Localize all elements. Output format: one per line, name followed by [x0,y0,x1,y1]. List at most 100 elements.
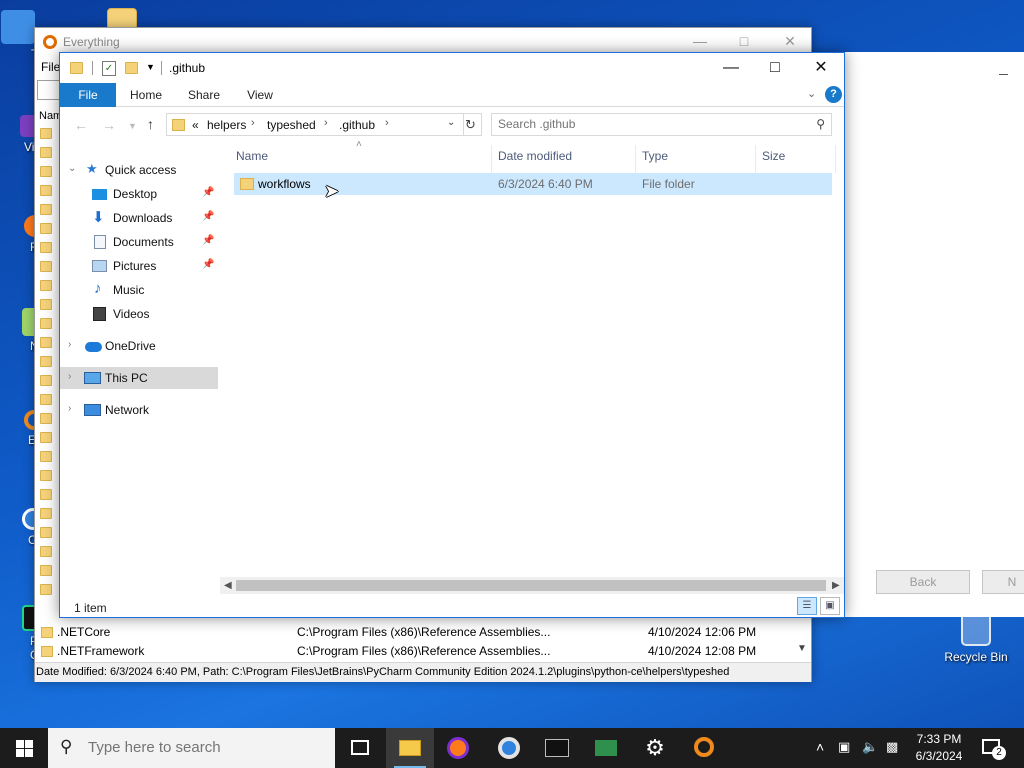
pin-icon[interactable]: 📌 [202,211,214,222]
tab-home[interactable]: Home [122,83,170,107]
expand-ribbon-icon[interactable]: ⌄ [807,87,816,100]
explorer-titlebar: ✓ ▼ .github — □ ✕ [60,53,844,83]
file-date-modified: 6/3/2024 6:40 PM [498,177,593,191]
customize-toolbar-icon[interactable]: ▼ [146,62,155,72]
system-clock[interactable]: 7:33 PM 6/3/2024 [906,731,972,765]
taskbar-installer[interactable] [582,728,630,768]
task-view-button[interactable] [336,728,384,768]
recent-locations-icon[interactable]: ▼ [128,121,137,131]
start-button[interactable] [0,728,48,768]
mouse-pointer-icon: ➤ [324,181,340,201]
column-header-name[interactable]: Name [230,145,492,173]
maximize-icon[interactable]: □ [729,33,759,49]
refresh-icon[interactable]: ↻ [460,113,482,136]
large-icons-view-icon[interactable]: ▣ [820,597,840,615]
scroll-down-arrow-icon[interactable]: ▼ [797,643,807,654]
pin-icon[interactable]: 📌 [202,235,214,246]
recycle-bin-icon [961,612,991,646]
details-view-icon[interactable]: ☰ [797,597,817,615]
menu-file[interactable]: File [41,60,60,74]
properties-icon[interactable]: ✓ [102,61,116,76]
chevron-right-icon[interactable]: › [68,371,71,382]
input-indicator-icon[interactable]: ▩ [886,739,898,768]
star-icon: ★ [86,161,98,176]
search-input[interactable] [498,117,798,131]
taskbar-search-input[interactable] [88,739,318,756]
column-header-type[interactable]: Type [636,145,756,173]
nav-item-quick-access[interactable]: ⌄ ★ Quick access [60,159,218,181]
minimize-icon[interactable] [999,74,1008,75]
close-button[interactable]: ✕ [798,53,844,83]
desktop-icon [92,189,107,200]
computer-icon [1,10,35,44]
scroll-right-icon[interactable]: ▶ [832,577,840,594]
taskbar-chrome[interactable] [485,728,533,768]
taskbar-file-explorer[interactable] [386,728,434,768]
taskbar-search[interactable]: ⚲ [48,728,335,768]
chevron-right-icon[interactable]: › [385,117,389,129]
network-status-icon[interactable]: ▣ [838,739,850,768]
close-icon[interactable]: ✕ [775,33,805,50]
breadcrumb-github[interactable]: .github [339,118,375,132]
back-button[interactable]: Back [876,570,970,594]
result-row[interactable]: .NETCore C:\Program Files (x86)\Referenc… [35,623,795,642]
clock-date: 6/3/2024 [915,749,963,763]
new-folder-icon[interactable] [125,62,138,74]
nav-item-videos[interactable]: Videos [60,303,218,325]
nav-item-documents[interactable]: Documents 📌 [60,231,218,253]
windows-logo-icon [16,740,24,748]
pin-icon[interactable]: 📌 [202,187,214,198]
result-path: C:\Program Files (x86)\Reference Assembl… [297,644,551,658]
result-row[interactable]: .NETFramework C:\Program Files (x86)\Ref… [35,642,795,661]
help-icon[interactable]: ? [825,86,842,103]
file-list: ˄ Name Date modified Type Size workflows… [230,139,842,585]
breadcrumb-helpers[interactable]: helpers [207,118,246,132]
minimize-button[interactable]: — [708,53,754,83]
nav-item-downloads[interactable]: ⬇ Downloads 📌 [60,207,218,229]
divider [92,61,93,75]
desktop-icon-recycle-bin[interactable]: Recycle Bin [940,612,1012,664]
column-header-date-modified[interactable]: Date modified [492,145,636,173]
chevron-down-icon[interactable]: ⌄ [68,163,76,174]
pin-icon[interactable]: 📌 [202,259,214,270]
scrollbar-thumb[interactable] [236,580,826,591]
back-arrow-icon[interactable]: ← [74,117,88,133]
chevron-up-icon[interactable]: ˄ [816,739,824,768]
taskbar-everything[interactable] [680,728,728,768]
download-arrow-icon: ⬇ [92,209,105,226]
file-explorer-window: ✓ ▼ .github — □ ✕ File Home Share View ⌄… [59,52,845,618]
nav-item-onedrive[interactable]: › OneDrive [60,335,218,357]
chevron-right-icon[interactable]: › [68,403,71,414]
forward-arrow-icon[interactable]: → [102,117,116,133]
taskbar-terminal[interactable] [533,728,581,768]
search-box[interactable]: ⚲ [491,113,832,136]
chevron-right-icon[interactable]: › [324,117,328,129]
nav-item-music[interactable]: ♪ Music [60,279,218,301]
result-path: C:\Program Files (x86)\Reference Assembl… [297,625,551,639]
taskbar-firefox[interactable] [434,728,482,768]
column-header-size[interactable]: Size [756,145,836,173]
taskbar-settings[interactable]: ⚙ [631,728,679,768]
breadcrumb-typeshed[interactable]: typeshed [267,118,316,132]
maximize-button[interactable]: □ [752,53,798,83]
nav-item-this-pc[interactable]: › This PC [60,367,218,389]
chevron-right-icon[interactable]: › [68,339,71,350]
minimize-icon[interactable]: — [685,33,715,49]
nav-item-label: Documents [113,235,174,249]
address-bar[interactable]: « helpers › typeshed › .github › ⌄ [166,113,464,136]
nav-item-pictures[interactable]: Pictures 📌 [60,255,218,277]
nav-item-desktop[interactable]: Desktop 📌 [60,183,218,205]
scroll-left-icon[interactable]: ◀ [224,577,232,594]
breadcrumb-overflow[interactable]: « [192,118,199,132]
tab-view[interactable]: View [236,83,284,107]
address-dropdown-icon[interactable]: ⌄ [447,117,455,128]
nav-item-network[interactable]: › Network [60,399,218,421]
tab-share[interactable]: Share [180,83,228,107]
up-arrow-icon[interactable]: ↑ [147,116,154,132]
next-button[interactable]: N [982,570,1024,594]
chevron-right-icon[interactable]: › [251,117,255,129]
volume-muted-icon[interactable]: 🔈 [862,739,878,768]
result-name: .NETFramework [57,644,145,658]
tab-file[interactable]: File [60,83,116,107]
horizontal-scrollbar[interactable]: ◀ ▶ [220,577,844,594]
